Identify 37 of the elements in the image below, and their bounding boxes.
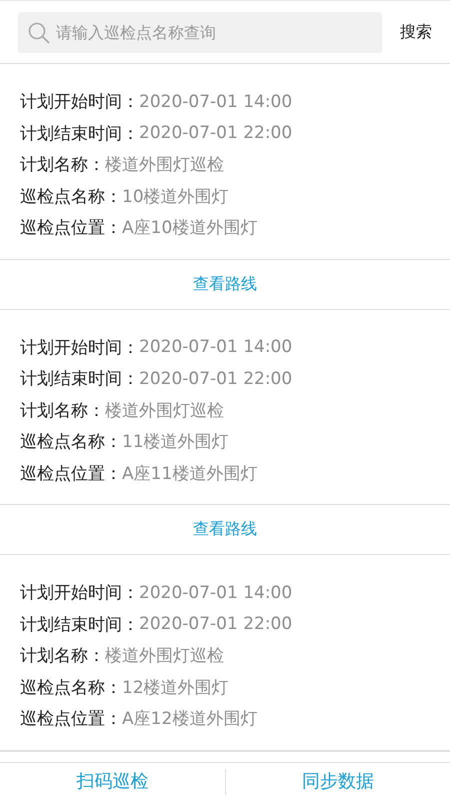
- field-label: 计划名称：: [20, 400, 105, 422]
- field-value: 2020-07-01 22:00: [139, 614, 292, 634]
- field-label: 巡检点名称：: [20, 186, 122, 208]
- field-label: 巡检点名称：: [20, 431, 122, 454]
- field-value: 2020-07-01 14:00: [139, 337, 292, 358]
- action-button[interactable]: 扫码巡检: [0, 768, 224, 794]
- field-label: 巡检点位置：: [20, 708, 122, 730]
- field-label: 计划结束时间：: [20, 122, 139, 145]
- field-value: 2020-07-01 14:00: [139, 92, 292, 112]
- field-label: 计划名称：: [20, 154, 105, 176]
- search-button[interactable]: 搜索: [400, 22, 432, 42]
- field-value: 2020-07-01 22:00: [139, 123, 292, 144]
- field-value: 10楼道外围灯: [122, 186, 229, 208]
- field-value: 楼道外围灯巡检: [105, 400, 224, 422]
- search-field[interactable]: 请输入巡检点名称查询: [18, 12, 382, 52]
- field-value: 2020-07-01 14:00: [139, 582, 292, 603]
- field-value: 12楼道外围灯: [122, 676, 229, 699]
- field-label: 巡检点位置：: [20, 462, 122, 485]
- field-label: 计划开始时间：: [20, 336, 139, 359]
- field-value: A座10楼道外围灯: [122, 217, 258, 240]
- field-value: A座11楼道外围灯: [122, 462, 258, 485]
- field-label: 计划结束时间：: [20, 614, 139, 636]
- view-route-link[interactable]: 查看路线: [193, 274, 257, 294]
- field-value: A座12楼道外围灯: [122, 708, 258, 730]
- field-label: 计划开始时间：: [20, 91, 139, 114]
- field-value: 楼道外围灯巡检: [105, 645, 224, 668]
- action-button[interactable]: 同步数据: [224, 768, 450, 794]
- field-label: 计划结束时间：: [20, 368, 139, 390]
- field-label: 计划名称：: [20, 645, 105, 668]
- field-label: 计划开始时间：: [20, 582, 139, 604]
- search-icon: [28, 22, 50, 44]
- field-value: 11楼道外围灯: [122, 431, 229, 454]
- field-value: 楼道外围灯巡检: [105, 154, 224, 176]
- field-value: 2020-07-01 22:00: [139, 368, 292, 389]
- field-label: 巡检点名称：: [20, 676, 122, 699]
- field-label: 巡检点位置：: [20, 217, 122, 240]
- view-route-link[interactable]: 查看路线: [193, 519, 257, 540]
